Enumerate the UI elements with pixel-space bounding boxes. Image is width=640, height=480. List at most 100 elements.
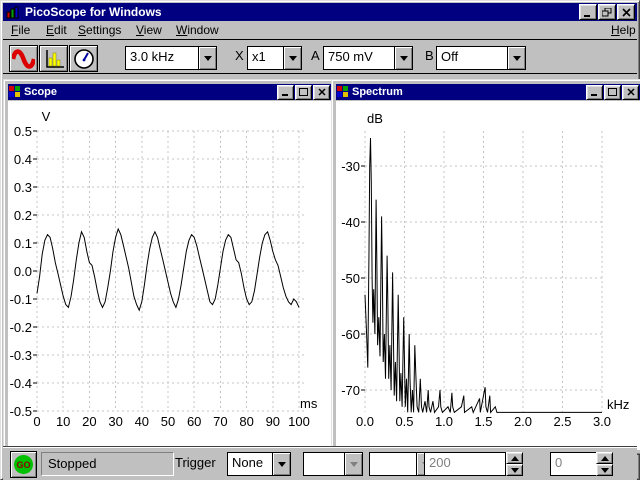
trigger-mode-dropdown-button[interactable]	[272, 453, 290, 475]
spectrum-minimize-button[interactable]	[586, 84, 603, 100]
status-bar: GO Stopped Trigger None 200 0	[3, 446, 637, 480]
y-tick-label: 0.1	[14, 236, 32, 251]
close-button[interactable]	[617, 4, 635, 20]
menu-bar: File Edit Settings View Window Help	[3, 21, 637, 39]
y-axis-unit-label: dB	[367, 111, 383, 126]
spectrum-view-button[interactable]	[39, 45, 68, 72]
chevron-up-icon	[600, 455, 609, 461]
scope-maximize-button[interactable]	[295, 84, 312, 100]
trigger-channel-select[interactable]	[303, 452, 363, 476]
toolbar: 3.0 kHz X x1 A 750 mV B Off	[3, 39, 637, 74]
spectrum-close-button[interactable]	[622, 84, 639, 100]
y-tick-label: 0.3	[14, 180, 32, 195]
channel-b-label: B	[425, 48, 434, 63]
channel-b-dropdown-button[interactable]	[507, 47, 525, 69]
spin-down-button[interactable]	[596, 464, 613, 476]
menu-window[interactable]: Window	[174, 22, 221, 38]
spin-down-button[interactable]	[506, 464, 523, 476]
spectrum-titlebar[interactable]: Spectrum	[336, 84, 640, 100]
maximize-icon	[608, 88, 617, 96]
minimize-icon	[282, 94, 288, 96]
x-tick-label: 100	[288, 414, 310, 429]
y-tick-label: -50	[341, 271, 360, 286]
x-tick-label: 70	[213, 414, 227, 429]
trigger-label: Trigger	[175, 455, 216, 470]
x-axis-unit-label: ms	[300, 396, 318, 411]
minimize-button[interactable]	[579, 4, 597, 20]
menu-view[interactable]: View	[134, 22, 164, 38]
close-icon	[626, 88, 635, 96]
y-tick-label: -30	[341, 159, 360, 174]
chevron-down-icon	[512, 55, 521, 61]
spectrum-window-title: Spectrum	[352, 86, 403, 98]
y-tick-label: -60	[341, 327, 360, 342]
spectrum-plot-area: 0.0 0.5 1.0 1.5 2.0 2.5 3.0 -30 -40 -50 -60 -70 dB kH…	[336, 101, 640, 450]
y-tick-label: -0.3	[10, 348, 32, 363]
scope-titlebar[interactable]: Scope	[8, 84, 331, 100]
channel-a-range-select[interactable]: 750 mV	[323, 46, 413, 70]
spin-up-button[interactable]	[596, 452, 613, 464]
x-tick-label: 90	[266, 414, 280, 429]
scope-close-button[interactable]	[313, 84, 330, 100]
gauge-icon	[73, 48, 94, 69]
channel-a-dropdown-button[interactable]	[394, 47, 412, 69]
x-multiplier-value: x1	[252, 49, 266, 64]
x-tick-label: 50	[161, 414, 175, 429]
bar-spectrum-icon	[45, 49, 64, 68]
y-tick-label: -70	[341, 383, 360, 398]
channel-b-range-select[interactable]: Off	[436, 46, 526, 70]
x-multiplier-label: X	[235, 48, 244, 63]
spectrum-maximize-button[interactable]	[604, 84, 621, 100]
go-button[interactable]: GO	[10, 451, 37, 478]
x-tick-label: 80	[239, 414, 253, 429]
main-titlebar[interactable]: PicoScope for Windows	[3, 3, 637, 21]
trigger-threshold-field[interactable]: 200	[424, 452, 506, 476]
timebase-select[interactable]: 3.0 kHz	[125, 46, 217, 70]
chevron-down-icon	[277, 461, 286, 467]
menu-settings[interactable]: Settings	[76, 22, 123, 38]
menu-help[interactable]: Help	[609, 22, 638, 38]
y-tick-label: 0.0	[14, 264, 32, 279]
x-tick-label: 2.0	[514, 414, 532, 429]
y-tick-label: -0.4	[10, 376, 32, 391]
scope-view-button[interactable]	[9, 45, 38, 72]
spin-up-button[interactable]	[506, 452, 523, 464]
y-tick-label: -0.2	[10, 320, 32, 335]
trigger-mode-select[interactable]: None	[227, 452, 291, 476]
window-title: PicoScope for Windows	[25, 5, 162, 19]
x-multiplier-select[interactable]: x1	[247, 46, 302, 70]
minimize-icon	[591, 94, 597, 96]
trigger-channel-value	[304, 453, 344, 475]
menu-edit[interactable]: Edit	[44, 22, 69, 38]
timebase-value: 3.0 kHz	[130, 49, 175, 64]
x-tick-label: 60	[187, 414, 201, 429]
x-tick-label: 20	[82, 414, 96, 429]
minimize-icon	[584, 14, 590, 17]
spectrum-chart: 0.0 0.5 1.0 1.5 2.0 2.5 3.0 -30 -40 -50 -60 -70 dB kH…	[341, 111, 629, 429]
trigger-delay-spinner	[596, 452, 613, 476]
y-tick-label: -0.5	[10, 404, 32, 419]
go-button-label: GO	[14, 455, 33, 474]
trigger-delay-field[interactable]: 0	[550, 452, 597, 476]
scope-plot-area: 0 10 20 30 40 50 60 70 80 90 100 0.5 0.4 0.3 0.2 0.1 0.0…	[8, 101, 331, 450]
spectrum-window: Spectrum 0.0 0.5 1.0 1.5 2.0 2.5 3.0 -30 -40 -50 -…	[331, 79, 640, 455]
chevron-down-icon	[510, 467, 519, 473]
x-tick-label: 30	[108, 414, 122, 429]
menu-file[interactable]: File	[9, 22, 32, 38]
app-icon	[6, 6, 19, 19]
meter-view-button[interactable]	[69, 45, 98, 72]
chevron-up-icon	[510, 455, 519, 461]
scope-chart: 0 10 20 30 40 50 60 70 80 90 100 0.5 0.4 0.3 0.2 0.1 0.0…	[10, 109, 318, 429]
chevron-down-icon	[288, 55, 297, 61]
close-icon	[317, 88, 326, 96]
timebase-dropdown-button[interactable]	[198, 47, 216, 69]
y-tick-label: 0.4	[14, 152, 32, 167]
trigger-threshold-spinner	[506, 452, 523, 476]
channel-a-label: A	[311, 48, 320, 63]
trigger-channel-dropdown-button[interactable]	[344, 453, 362, 475]
x-tick-label: 2.5	[553, 414, 571, 429]
x-multiplier-dropdown-button[interactable]	[283, 47, 301, 69]
restore-button[interactable]	[598, 4, 616, 20]
chevron-down-icon	[203, 55, 212, 61]
scope-minimize-button[interactable]	[277, 84, 294, 100]
